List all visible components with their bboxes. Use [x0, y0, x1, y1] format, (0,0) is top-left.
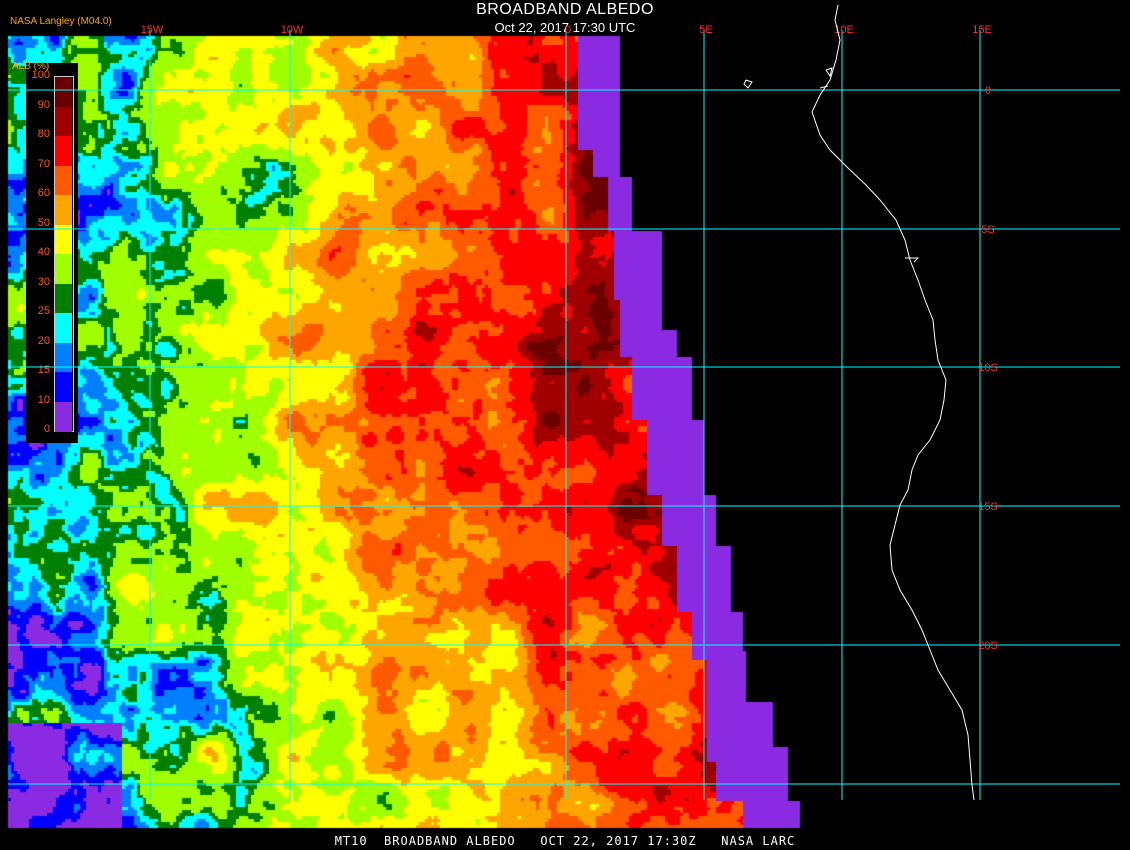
latitude-label: 10S [978, 362, 998, 374]
latitude-label: 0 [985, 85, 991, 97]
footer-label: MT10 BROADBAND ALBEDO OCT 22, 2017 17:30… [334, 834, 796, 848]
longitude-label: 15W [141, 24, 164, 36]
grid-overlay: 15W 10W 0 5E 10E 15E05S10S15S20S [8, 4, 1120, 801]
coastline-detail [905, 257, 920, 263]
longitude-label: 0 [565, 24, 571, 36]
coastline-detail [743, 79, 753, 89]
latitude-label: 5S [981, 224, 994, 236]
coastline [811, 4, 975, 801]
latitude-label: 15S [978, 501, 998, 513]
latitude-label: 20S [978, 640, 998, 652]
longitude-label: 10W [281, 24, 304, 36]
longitude-label: 15E [972, 24, 992, 36]
coastline-detail [819, 85, 829, 89]
longitude-label: 5E [699, 24, 712, 36]
